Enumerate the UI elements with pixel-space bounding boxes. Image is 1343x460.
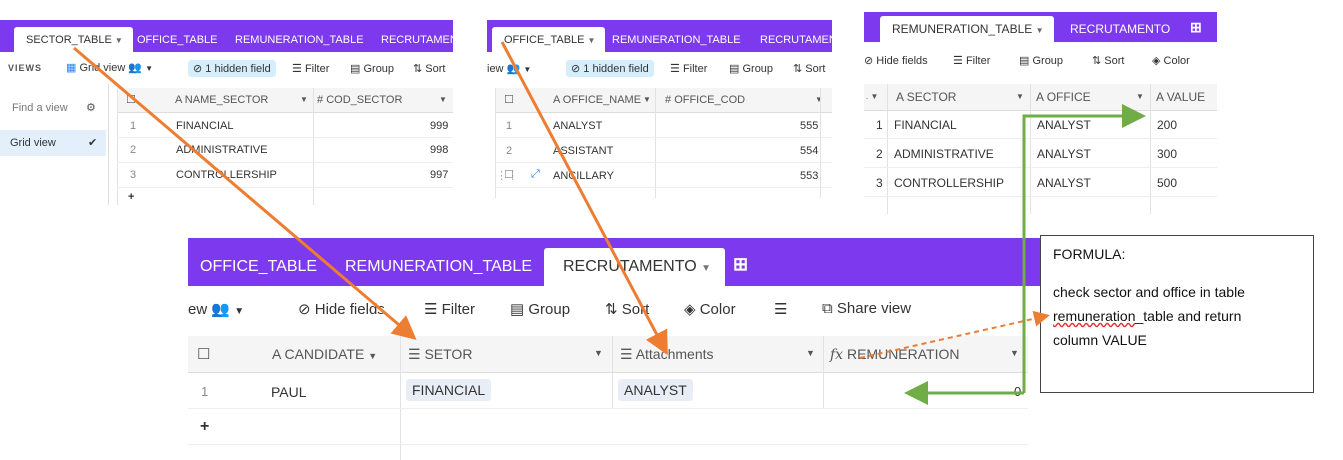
annotation-arrows (73, 41, 1146, 405)
arrow-sector-to-setor (73, 46, 417, 340)
arrow-formula-dashed (859, 310, 1050, 359)
arrow-value-lookup (1022, 104, 1146, 393)
arrow-office-to-attachments (500, 41, 668, 356)
